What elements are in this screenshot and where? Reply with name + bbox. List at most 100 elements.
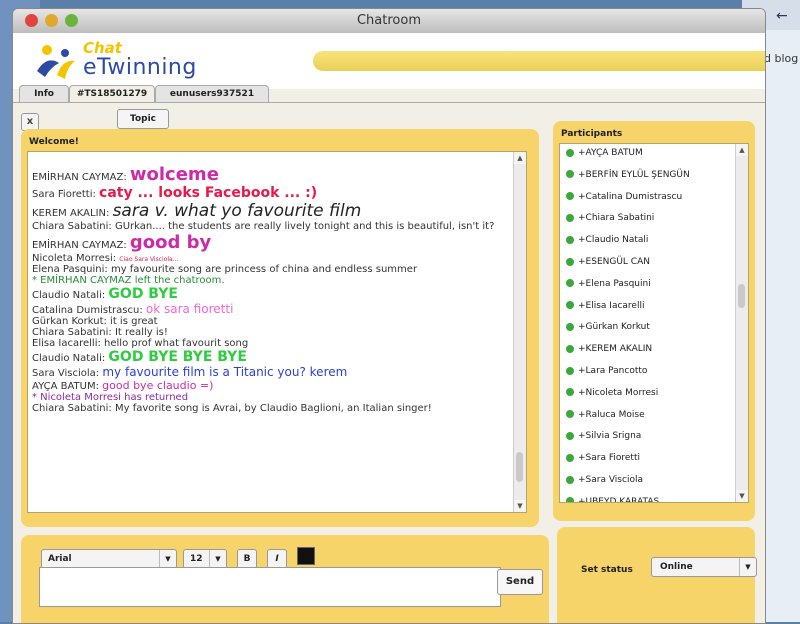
message-sender: Elisa Iacarelli: — [32, 338, 105, 349]
participant-name: +Sara Fioretti — [578, 453, 640, 464]
participant-name: +Gürkan Korkut — [578, 322, 650, 333]
status-select-value: Online — [660, 562, 693, 572]
message-text: GUrkan.... the students are really livel… — [114, 221, 495, 232]
participant-name: +KEREM AKALIN — [578, 344, 653, 355]
scroll-up-icon[interactable]: ▲ — [514, 152, 526, 164]
message-sender: Sara Visciola: — [32, 368, 103, 379]
text-color-picker[interactable] — [297, 547, 315, 565]
participant-item[interactable]: +Raluca Moise — [566, 410, 645, 430]
message-text: GOD BYE — [108, 286, 178, 302]
online-status-icon — [566, 366, 574, 375]
participant-name: +Chiara Sabatini — [578, 213, 655, 224]
font-select[interactable]: Arial ▼ — [41, 549, 177, 569]
participant-item[interactable]: +Sara Visciola — [566, 475, 643, 495]
participant-item[interactable]: +Chiara Sabatini — [566, 213, 654, 233]
italic-button[interactable]: I — [267, 549, 287, 569]
bold-button[interactable]: B — [237, 549, 257, 569]
participant-item[interactable]: +ESENGÜL CAN — [566, 257, 650, 277]
tab-user[interactable]: eunusers937521 — [155, 85, 269, 103]
chat-message: Sara Fioretti: caty ... looks Facebook .… — [32, 185, 512, 201]
message-text: Ciao Sara Visciola... — [119, 256, 179, 263]
message-sender: Elena Pasquini: — [32, 264, 111, 275]
scroll-down-icon[interactable]: ▼ — [514, 500, 526, 512]
online-status-icon — [566, 148, 574, 157]
chat-scrollbar[interactable]: ▲ ▼ — [513, 152, 526, 512]
participant-name: +Silvia Srigna — [578, 431, 642, 442]
chat-message: Sara Visciola: my favourite film is a Ti… — [32, 365, 512, 379]
participant-item[interactable]: +Lara Pancotto — [566, 366, 647, 386]
participants-scrollbar[interactable]: ▲ ▼ — [735, 144, 748, 502]
message-text: good by — [129, 232, 212, 253]
participant-item[interactable]: +KEREM AKALIN — [566, 344, 652, 364]
message-text: it is great — [110, 316, 158, 327]
window-title: Chatroom — [356, 13, 421, 28]
message-text: GOD BYE BYE BYE — [108, 349, 247, 365]
message-sender: Sara Fioretti: — [32, 189, 100, 200]
chat-message: Chiara Sabatini: My favorite song is Avr… — [32, 403, 512, 414]
logo-name-text: eTwinning — [83, 55, 197, 80]
participant-name: +BERFİN EYLÜL ŞENGÜN — [578, 169, 690, 180]
participant-name: +Claudio Natali — [578, 235, 649, 246]
participant-item[interactable]: +Silvia Srigna — [566, 431, 641, 451]
size-select[interactable]: 12 ▼ — [183, 549, 227, 569]
online-status-icon — [566, 344, 574, 353]
chevron-down-icon: ▼ — [159, 550, 176, 568]
size-select-value: 12 — [190, 554, 203, 564]
online-status-icon — [566, 235, 574, 244]
set-status-label: Set status — [581, 565, 633, 575]
participant-name: +Sara Visciola — [578, 475, 643, 485]
message-text: good bye claudio =) — [102, 379, 214, 392]
participant-item[interactable]: +Gürkan Korkut — [566, 322, 650, 342]
participants-list: +UBEYD KARATAS +Sara Visciola +Sara Fioret… — [559, 143, 749, 503]
participant-item[interactable]: +Elisa Iacarelli — [566, 301, 644, 321]
chat-message: Gürkan Korkut: it is great — [32, 316, 512, 327]
message-sender: Catalina Dumistrascu: — [32, 305, 146, 316]
participant-item[interactable]: +Catalina Dumistrascu — [566, 192, 682, 212]
chat-message: Chiara Sabatini: GUrkan.... the students… — [32, 221, 512, 232]
send-button[interactable]: Send — [497, 569, 543, 595]
participant-item[interactable]: +Sara Fioretti — [566, 453, 640, 473]
online-status-icon — [566, 431, 574, 440]
chat-message: KEREM AKALIN: sara v. what yo favourite … — [32, 201, 512, 221]
online-status-icon — [566, 410, 574, 419]
chat-message: Nicoleta Morresi: Ciao Sara Visciola... — [32, 253, 512, 264]
online-status-icon — [566, 322, 574, 331]
browser-page-text: d blog e — [764, 52, 800, 65]
scroll-down-icon[interactable]: ▼ — [736, 490, 748, 502]
participant-item[interactable]: +Nicoleta Morresi — [566, 388, 658, 408]
online-status-icon — [566, 453, 574, 462]
participant-item[interactable]: +Claudio Natali — [566, 235, 648, 255]
chat-message: Elena Pasquini: my favourite song are pr… — [32, 264, 512, 275]
font-select-value: Arial — [48, 554, 72, 564]
tab-info[interactable]: Info — [19, 85, 69, 103]
message-text: hello prof what favourit song — [104, 338, 249, 349]
scroll-thumb[interactable] — [738, 284, 745, 308]
participant-item[interactable]: +AYÇA BATUM — [566, 148, 643, 168]
participants-title: Participants — [561, 129, 623, 139]
participant-item[interactable]: +Elena Pasquini — [566, 279, 651, 299]
participant-item[interactable]: +UBEYD KARATAS — [566, 497, 659, 502]
participant-name: +Nicoleta Morresi — [578, 387, 659, 398]
message-input[interactable] — [39, 567, 501, 607]
tab-channel[interactable]: #TS18501279 — [69, 85, 155, 103]
header-logo-area: Chat eTwinning — [13, 33, 765, 89]
message-sender: Claudio Natali: — [32, 353, 109, 364]
online-status-icon — [566, 388, 574, 397]
chat-message: Claudio Natali: GOD BYE BYE BYE — [32, 349, 512, 365]
topic-button[interactable]: Topic — [117, 109, 169, 129]
browser-nav-icon[interactable]: ← — [776, 8, 788, 24]
message-text: my favourite film is a Titanic you? kere… — [102, 365, 348, 379]
status-select[interactable]: Online ▼ — [651, 557, 757, 577]
chat-log[interactable]: EMİRHAN CAYMAZ: wolceme Sara Fioretti: ca… — [27, 151, 527, 513]
participant-item[interactable]: +BERFİN EYLÜL ŞENGÜN — [566, 170, 690, 190]
online-status-icon — [566, 213, 574, 222]
chat-message: AYÇA BATUM: good bye claudio =) — [32, 379, 512, 392]
message-text: my favourite song are princess of china … — [110, 264, 418, 275]
scroll-thumb[interactable] — [516, 452, 523, 482]
participant-name: +Catalina Dumistrascu — [578, 191, 683, 202]
scroll-up-icon[interactable]: ▲ — [736, 144, 748, 156]
chevron-down-icon: ▼ — [209, 550, 226, 568]
message-sender: Nicoleta Morresi: — [32, 253, 120, 264]
online-status-icon — [566, 170, 574, 179]
message-sender: Claudio Natali: — [32, 290, 109, 301]
